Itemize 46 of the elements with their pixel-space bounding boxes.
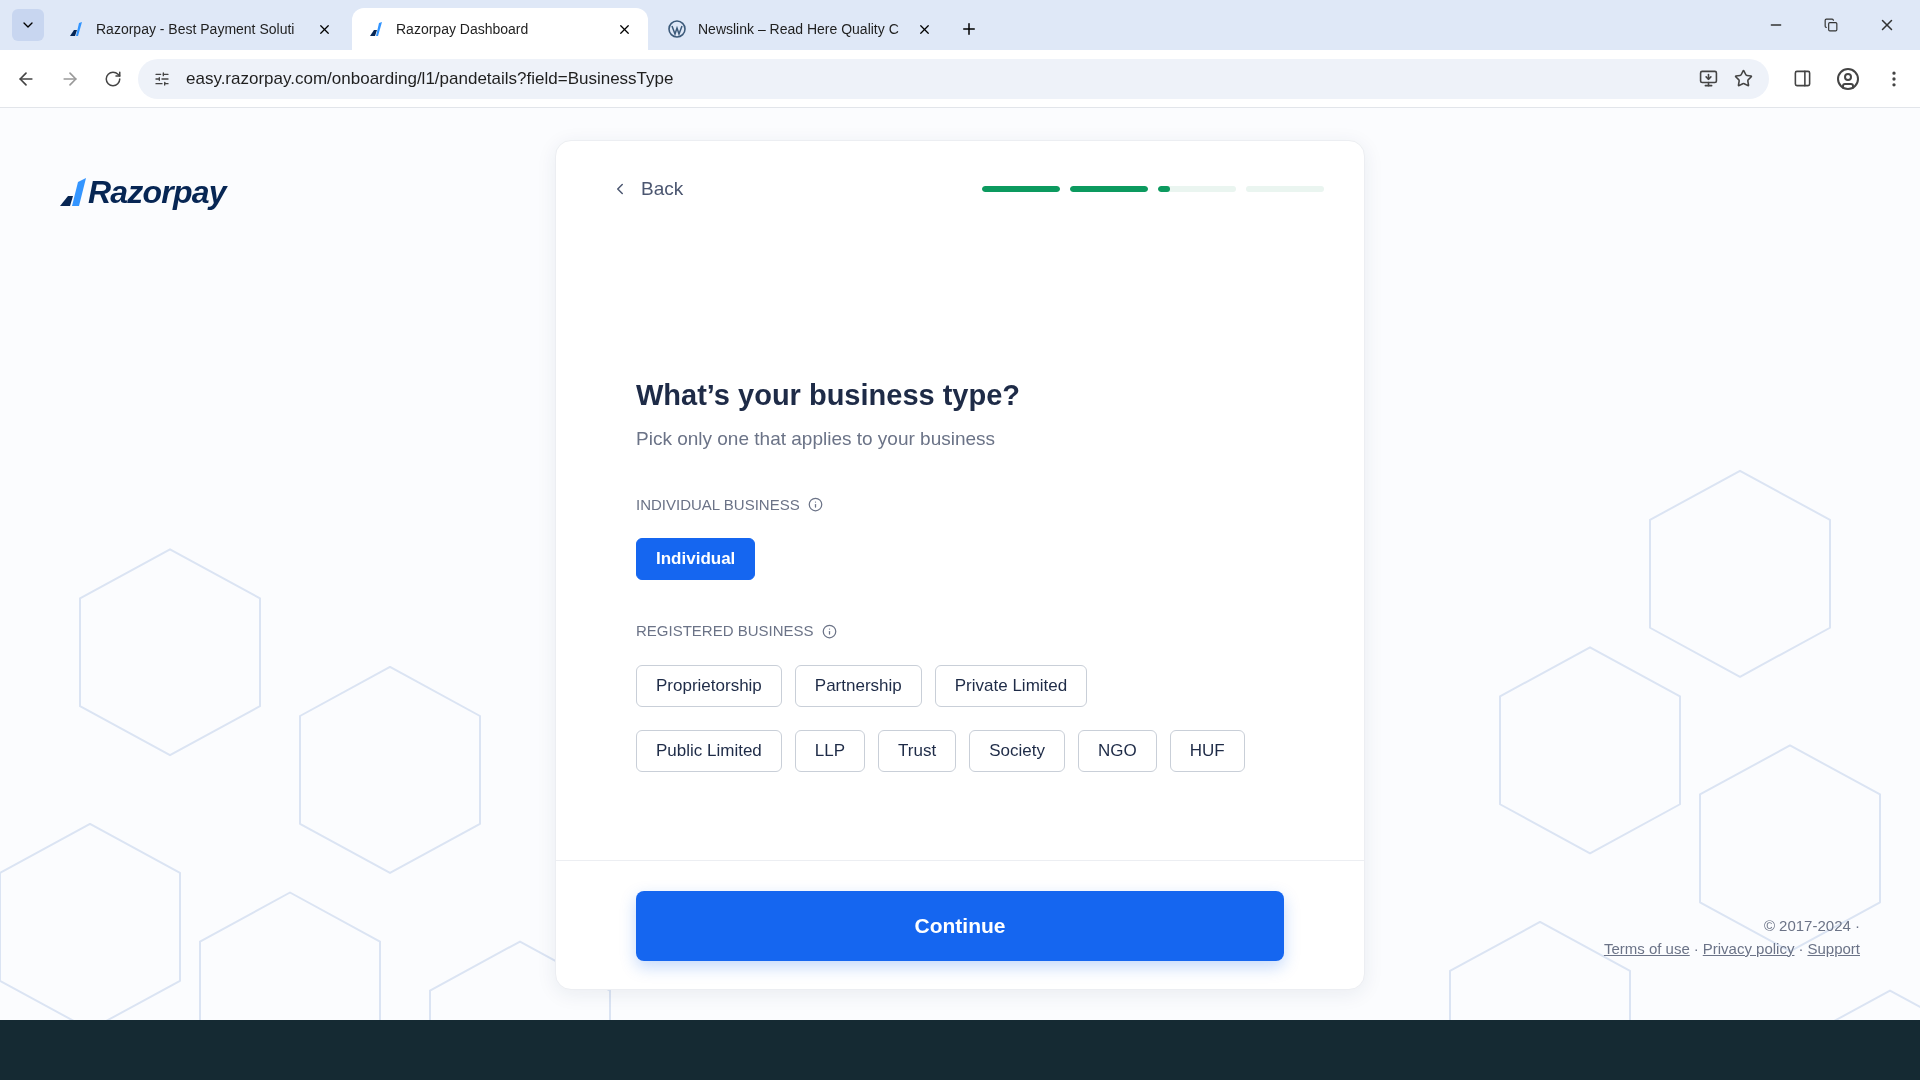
tab-title: Razorpay - Best Payment Soluti bbox=[96, 19, 296, 39]
new-tab-icon[interactable] bbox=[960, 20, 978, 38]
side-panel-icon[interactable] bbox=[1793, 69, 1812, 88]
separator-text: · bbox=[1693, 938, 1699, 959]
page-title: What’s your business type? bbox=[636, 377, 1022, 413]
browser-tab[interactable]: Razorpay - Best Payment Soluti bbox=[52, 8, 348, 50]
option-button[interactable]: LLP bbox=[794, 729, 866, 772]
section-label: REGISTERED BUSINESS bbox=[636, 621, 814, 641]
globe-icon bbox=[668, 20, 686, 38]
option-button[interactable]: Partnership bbox=[794, 664, 922, 707]
install-icon[interactable] bbox=[1699, 69, 1718, 88]
browser-tab[interactable]: Newslink – Read Here Quality C bbox=[652, 8, 948, 50]
address-bar[interactable]: easy.razorpay.com/onboarding/l1/pandetails?field=BusinessType bbox=[138, 58, 1769, 99]
logo-icon bbox=[60, 176, 86, 208]
copyright-text: © 2017-2024 · bbox=[1763, 916, 1860, 936]
tab-list-button[interactable] bbox=[12, 9, 44, 41]
url-text: easy.razorpay.com/onboarding/l1/pandetails?field=BusinessType bbox=[186, 67, 675, 90]
continue-button[interactable]: Continue bbox=[636, 891, 1284, 961]
page-subtitle: Pick only one that applies to your business bbox=[636, 427, 997, 451]
logo-text: Razorpay bbox=[88, 173, 226, 212]
site-settings-icon[interactable] bbox=[154, 70, 170, 87]
footer-link[interactable]: Support bbox=[1807, 937, 1860, 960]
footer-link[interactable]: Terms of use bbox=[1603, 937, 1690, 960]
restore-icon[interactable] bbox=[1824, 18, 1838, 32]
bookmark-icon[interactable] bbox=[1734, 69, 1753, 88]
profile-icon[interactable] bbox=[1836, 66, 1860, 91]
info-icon[interactable] bbox=[821, 623, 837, 639]
footer-link[interactable]: Privacy policy bbox=[1702, 937, 1795, 960]
option-button[interactable]: Proprietorship bbox=[636, 664, 782, 707]
info-icon[interactable] bbox=[807, 497, 823, 513]
logo-icon bbox=[368, 21, 384, 37]
browser-tab[interactable]: Razorpay Dashboard bbox=[352, 8, 648, 50]
tab-title: Razorpay Dashboard bbox=[396, 19, 530, 39]
tab-title: Newslink – Read Here Quality C bbox=[698, 19, 900, 39]
option-button[interactable]: NGO bbox=[1077, 729, 1157, 772]
reload-icon[interactable] bbox=[104, 69, 122, 88]
option-button[interactable]: HUF bbox=[1169, 729, 1245, 772]
option-button[interactable]: Public Limited bbox=[636, 729, 782, 772]
option-button[interactable]: Individual bbox=[636, 538, 756, 580]
separator-text: · bbox=[1798, 938, 1804, 959]
back-link[interactable]: Back bbox=[611, 175, 684, 204]
section-label: INDIVIDUAL BUSINESS bbox=[636, 494, 800, 515]
option-button[interactable]: Trust bbox=[878, 729, 957, 772]
option-button[interactable]: Society bbox=[969, 729, 1065, 772]
logo-icon bbox=[68, 21, 84, 37]
option-button[interactable]: Private Limited bbox=[934, 664, 1088, 707]
